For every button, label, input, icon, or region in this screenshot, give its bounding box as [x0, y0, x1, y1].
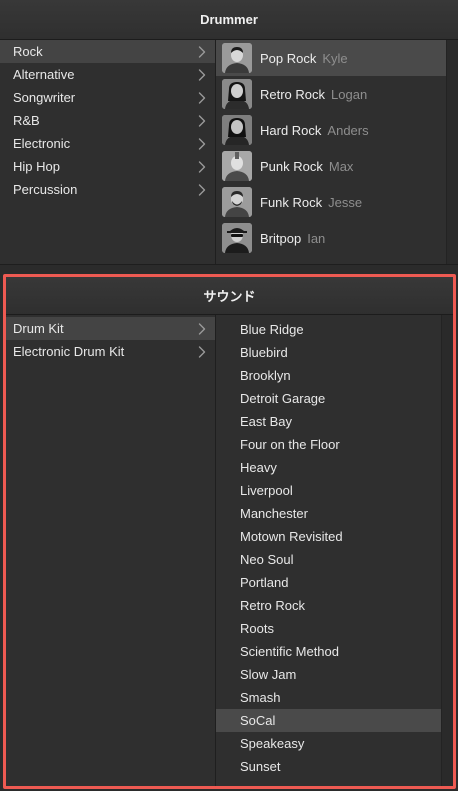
chevron-right-icon	[197, 45, 207, 58]
drummer-avatar-ian	[222, 223, 252, 253]
drummer-list-scrollbar[interactable]	[446, 40, 458, 264]
drummer-avatar-kyle	[222, 43, 252, 73]
kit-item-label: Drum Kit	[13, 321, 64, 336]
chevron-right-icon	[197, 345, 207, 358]
genre-item-r-b[interactable]: R&B	[0, 109, 215, 132]
sound-item-east-bay[interactable]: East Bay	[216, 410, 441, 433]
genre-item-label: Alternative	[13, 67, 75, 82]
genre-item-label: Percussion	[13, 182, 78, 197]
genre-item-label: Electronic	[13, 136, 71, 151]
kit-item-drum-kit[interactable]: Drum Kit	[6, 317, 215, 340]
sound-list-scrollbar[interactable]	[441, 315, 453, 786]
sound-panel: サウンド Drum Kit Electronic Drum Kit Blue Ri…	[3, 274, 456, 789]
sound-panel-title: サウンド	[6, 277, 453, 315]
kit-list: Drum Kit Electronic Drum Kit	[6, 315, 215, 363]
drummer-style: Retro Rock	[260, 86, 326, 102]
sound-column: Blue Ridge Bluebird Brooklyn Detroit Garage…	[216, 315, 453, 786]
chevron-right-icon	[197, 137, 207, 150]
sound-item-liverpool[interactable]: Liverpool	[216, 479, 441, 502]
sound-item-scientific-method[interactable]: Scientific Method	[216, 640, 441, 663]
chevron-right-icon	[197, 322, 207, 335]
sound-item-detroit-garage[interactable]: Detroit Garage	[216, 387, 441, 410]
drummer-avatar-anders	[222, 115, 252, 145]
drummer-name: Ian	[307, 230, 326, 246]
drummer-avatar-jesse	[222, 187, 252, 217]
kit-item-label: Electronic Drum Kit	[13, 344, 125, 359]
drummer-item-logan[interactable]: Retro Rock Logan	[216, 76, 446, 112]
genre-item-label: Rock	[13, 44, 43, 59]
drummer-style: Britpop	[260, 230, 302, 246]
drummer-item-max[interactable]: Punk Rock Max	[216, 148, 446, 184]
sound-item-speakeasy[interactable]: Speakeasy	[216, 732, 441, 755]
genre-item-electronic[interactable]: Electronic	[0, 132, 215, 155]
genre-item-label: Hip Hop	[13, 159, 60, 174]
sound-item-manchester[interactable]: Manchester	[216, 502, 441, 525]
drummer-item-ian[interactable]: Britpop Ian	[216, 220, 446, 256]
sound-item-smash[interactable]: Smash	[216, 686, 441, 709]
drummer-style: Punk Rock	[260, 158, 323, 174]
drummer-name: Logan	[331, 86, 368, 102]
genre-item-label: Songwriter	[13, 90, 76, 105]
drummer-column: Pop Rock Kyle Retro Rock Logan Hard Rock Ande…	[216, 40, 458, 264]
chevron-right-icon	[197, 68, 207, 81]
sound-item-heavy[interactable]: Heavy	[216, 456, 441, 479]
drummer-style: Pop Rock	[260, 50, 317, 66]
drummer-name: Anders	[327, 122, 369, 138]
genre-item-label: R&B	[13, 113, 40, 128]
sound-item-portland[interactable]: Portland	[216, 571, 441, 594]
genre-item-hip-hop[interactable]: Hip Hop	[0, 155, 215, 178]
kit-column: Drum Kit Electronic Drum Kit	[6, 315, 216, 786]
genre-item-songwriter[interactable]: Songwriter	[0, 86, 215, 109]
drummer-item-anders[interactable]: Hard Rock Anders	[216, 112, 446, 148]
chevron-right-icon	[197, 160, 207, 173]
drummer-name: Kyle	[322, 50, 348, 66]
sound-columns: Drum Kit Electronic Drum Kit Blue Ridge Bl…	[6, 315, 453, 786]
kit-item-electronic-drum-kit[interactable]: Electronic Drum Kit	[6, 340, 215, 363]
drummer-avatar-logan	[222, 79, 252, 109]
genre-item-rock[interactable]: Rock	[0, 40, 215, 63]
chevron-right-icon	[197, 183, 207, 196]
genre-item-alternative[interactable]: Alternative	[0, 63, 215, 86]
chevron-right-icon	[197, 91, 207, 104]
sound-item-roots[interactable]: Roots	[216, 617, 441, 640]
genre-list: Rock Alternative Songwriter R&B Electronic Hi…	[0, 40, 215, 201]
chevron-right-icon	[197, 114, 207, 127]
sound-item-socal[interactable]: SoCal	[216, 709, 441, 732]
sound-list: Blue Ridge Bluebird Brooklyn Detroit Garage…	[216, 315, 453, 778]
drummer-style: Hard Rock	[260, 122, 322, 138]
sound-item-four-on-the-floor[interactable]: Four on the Floor	[216, 433, 441, 456]
drummer-name: Jesse	[328, 194, 363, 210]
sound-item-blue-ridge[interactable]: Blue Ridge	[216, 318, 441, 341]
sound-item-retro-rock[interactable]: Retro Rock	[216, 594, 441, 617]
drummer-columns: Rock Alternative Songwriter R&B Electronic Hi…	[0, 40, 458, 264]
genre-column: Rock Alternative Songwriter R&B Electronic Hi…	[0, 40, 216, 264]
sound-item-bluebird[interactable]: Bluebird	[216, 341, 441, 364]
drummer-style: Funk Rock	[260, 194, 323, 210]
drummer-list: Pop Rock Kyle Retro Rock Logan Hard Rock Ande…	[216, 40, 458, 256]
sound-item-neo-soul[interactable]: Neo Soul	[216, 548, 441, 571]
drummer-panel: Drummer Rock Alternative Songwriter R&B Elec…	[0, 0, 458, 265]
drummer-panel-title: Drummer	[0, 0, 458, 40]
drummer-avatar-max	[222, 151, 252, 181]
genre-item-percussion[interactable]: Percussion	[0, 178, 215, 201]
sound-item-sunset[interactable]: Sunset	[216, 755, 441, 778]
sound-item-motown-revisited[interactable]: Motown Revisited	[216, 525, 441, 548]
sound-item-slow-jam[interactable]: Slow Jam	[216, 663, 441, 686]
sound-item-brooklyn[interactable]: Brooklyn	[216, 364, 441, 387]
drummer-name: Max	[328, 158, 354, 174]
drummer-item-kyle[interactable]: Pop Rock Kyle	[216, 40, 446, 76]
drummer-item-jesse[interactable]: Funk Rock Jesse	[216, 184, 446, 220]
